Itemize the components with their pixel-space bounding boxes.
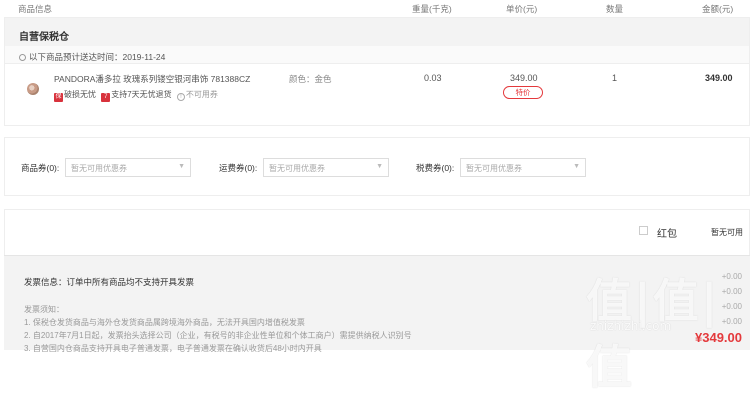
product-weight: 0.03 [424, 73, 442, 83]
invoice-note-2: 2. 自2017年7月1日起，发票抬头选择公司（企业，有税号的非企业性单位和个体… [24, 331, 412, 340]
order-page: 商品信息 重量(千克) 单价(元) 数量 金额(元) 自营保税仓 以下商品预计送… [0, 0, 750, 394]
shipping-coupon-label: 运费券(0): [219, 163, 258, 173]
chevron-down-icon: ▼ [573, 163, 580, 170]
summary-value-4: +0.00 [721, 317, 742, 326]
invoice-note-1: 1. 保税仓发货商品与海外仓发货商品属跨境海外商品，无法开具国内增值税发票 [24, 318, 305, 327]
redpacket-status: 暂无可用 [711, 228, 743, 237]
redpacket-panel: 红包 暂无可用 [4, 209, 750, 255]
tax-coupon-select[interactable]: 暂无可用优惠券 ▼ [460, 158, 586, 177]
order-total: ¥349.00 [695, 330, 742, 345]
col-product: 商品信息 [18, 4, 53, 14]
order-summary: +0.00 +0.00 +0.00 +0.00 ¥349.00 [600, 268, 750, 351]
badge-no-coupon: 不可用券 [185, 90, 218, 99]
special-price-tag: 特价 [503, 86, 543, 99]
chevron-down-icon: ▼ [376, 163, 383, 170]
tax-coupon-value: 暂无可用优惠券 [466, 164, 522, 173]
clock-icon [19, 54, 26, 61]
product-qty: 1 [612, 73, 618, 83]
product-coupon-label: 商品券(0): [21, 163, 60, 173]
chevron-down-icon: ▼ [178, 163, 185, 170]
col-unit-price: 单价(元) [506, 4, 538, 14]
shield-icon: 保 [54, 93, 63, 102]
order-item-row: PANDORA潘多拉 玫瑰系列镂空银河串饰 781388CZ 保破损无忧 7 支持… [5, 64, 749, 126]
invoice-note-3: 3. 自营国内仓商品支持开具电子普通发票，电子普通发票在确认收货后48小时内开具 [24, 344, 322, 353]
summary-value-3: +0.00 [721, 302, 742, 311]
return-icon: 7 [101, 93, 111, 102]
product-amount: 349.00 [705, 73, 733, 83]
summary-value-2: +0.00 [721, 287, 742, 296]
product-coupon-select[interactable]: 暂无可用优惠券 ▼ [65, 158, 191, 177]
product-unit-price: 349.00 [510, 73, 538, 83]
col-weight: 重量(千克) [412, 4, 452, 14]
redpacket-label: 红包 [657, 229, 677, 240]
column-header-bar: 商品信息 重量(千克) 单价(元) 数量 金额(元) [0, 0, 750, 16]
product-name[interactable]: PANDORA潘多拉 玫瑰系列镂空银河串饰 781388CZ [54, 73, 250, 85]
tax-coupon-label: 税费券(0): [416, 163, 455, 173]
product-coupon-value: 暂无可用优惠券 [71, 164, 127, 173]
product-thumbnail[interactable] [27, 83, 39, 95]
invoice-notes-title: 发票须知： [24, 305, 64, 314]
col-qty: 数量 [606, 4, 624, 14]
shipping-coupon-value: 暂无可用优惠券 [269, 164, 325, 173]
delivery-info: 以下商品预计送达时间：2019-11-24 [5, 46, 749, 64]
summary-value-1: +0.00 [721, 272, 742, 281]
redpacket-checkbox[interactable] [639, 226, 648, 235]
delivery-text: 以下商品预计送达时间：2019-11-24 [29, 52, 166, 62]
invoice-notes: 发票须知： 1. 保税仓发货商品与海外仓发货商品属跨境海外商品，无法开具国内增值… [24, 303, 412, 355]
invoice-panel: 发票信息：订单中所有商品均不支持开具发票 发票须知： 1. 保税仓发货商品与海外… [4, 255, 750, 353]
product-color: 颜色：金色 [289, 74, 332, 84]
col-amount: 金额(元) [702, 4, 734, 14]
service-badges: 保破损无忧 7 支持7天无忧退货 ! 不可用券 [54, 89, 218, 102]
warehouse-title: 自营保税仓 [5, 18, 749, 46]
badge-damage: 破损无忧 [64, 90, 96, 99]
invoice-info: 发票信息：订单中所有商品均不支持开具发票 [24, 277, 195, 287]
no-coupon-icon: ! [176, 93, 185, 101]
warehouse-panel: 自营保税仓 以下商品预计送达时间：2019-11-24 PANDORA潘多拉 玫… [4, 17, 750, 126]
shipping-coupon-select[interactable]: 暂无可用优惠券 ▼ [263, 158, 389, 177]
badge-return: 支持7天无忧退货 [111, 90, 172, 99]
coupon-panel: 商品券(0): 暂无可用优惠券 ▼ 运费券(0): 暂无可用优惠券 ▼ 税费券(… [4, 137, 750, 196]
